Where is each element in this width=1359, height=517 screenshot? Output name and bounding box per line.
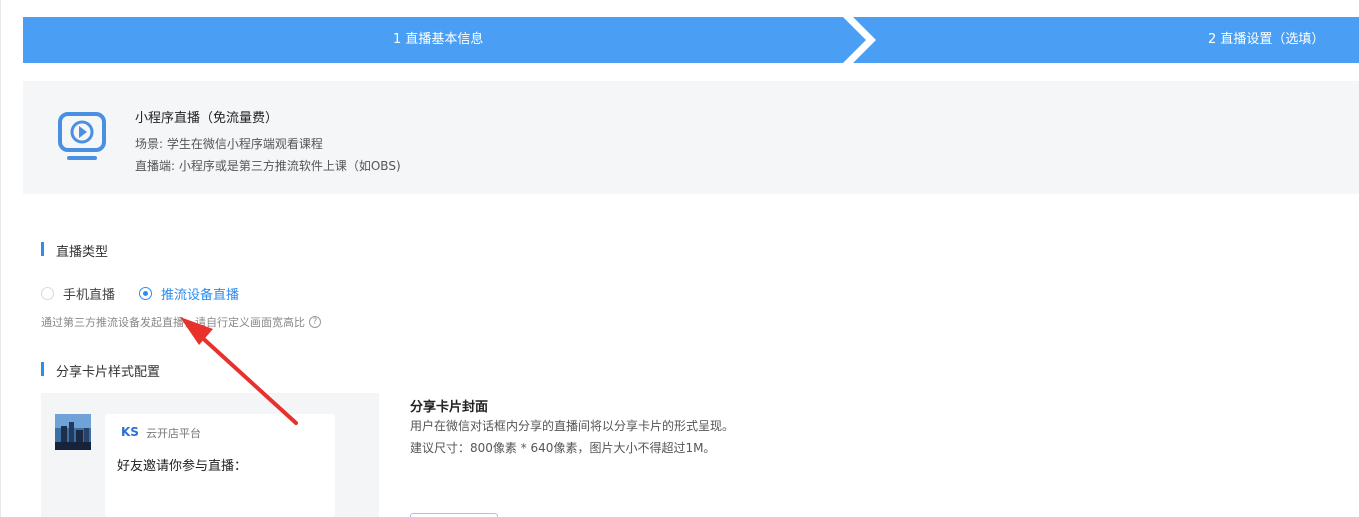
shop-name: 云开店平台	[146, 427, 201, 440]
cover-description: 用户在微信对话框内分享的直播间将以分享卡片的形式呈现。	[410, 419, 735, 433]
radio-circle[interactable]	[139, 286, 152, 300]
help-circle-icon[interactable]: ?	[309, 316, 321, 328]
upload-cover-button[interactable]	[410, 513, 498, 517]
invite-text: 好友邀请你参与直播：	[117, 459, 248, 474]
step-live-settings[interactable]: 2 直播设置（选填）	[1208, 17, 1324, 63]
avatar	[55, 414, 91, 450]
steps-background	[23, 17, 1359, 63]
radio-stream-device-live[interactable]: 推流设备直播	[139, 285, 240, 303]
left-border	[0, 0, 1, 517]
live-mode-client: 直播端: 小程序或是第三方推流软件上课（如OBS)	[135, 159, 401, 173]
step-basic-info[interactable]: 1 直播基本信息	[393, 17, 483, 63]
tv-play-icon	[55, 111, 109, 165]
steps-bar: 1 直播基本信息 2 直播设置（选填）	[23, 17, 1359, 63]
cover-title: 分享卡片封面	[410, 400, 489, 415]
radio-phone-live[interactable]: 手机直播	[41, 285, 116, 303]
share-card-heading: 分享卡片样式配置	[41, 361, 160, 380]
radio-circle[interactable]	[41, 286, 54, 300]
radio-label: 推流设备直播	[161, 287, 240, 303]
hint-text: 通过第三方推流设备发起直播，请自行定义画面宽高比	[41, 316, 305, 329]
live-type-hint: 通过第三方推流设备发起直播，请自行定义画面宽高比 ?	[41, 314, 321, 330]
brand-logo: KS	[121, 425, 139, 439]
share-card-bubble: KS 云开店平台 好友邀请你参与直播：	[105, 414, 335, 517]
live-type-heading: 直播类型	[41, 241, 108, 260]
cover-size-hint: 建议尺寸：800像素 * 640像素，图片大小不得超过1M。	[410, 441, 716, 455]
live-mode-title: 小程序直播（免流量费）	[135, 111, 279, 126]
share-card-preview: KS 云开店平台 好友邀请你参与直播：	[41, 393, 379, 517]
live-mode-info-panel: 小程序直播（免流量费） 场景: 学生在微信小程序端观看课程 直播端: 小程序或是…	[23, 81, 1359, 194]
live-mode-scene: 场景: 学生在微信小程序端观看课程	[135, 137, 323, 151]
radio-label: 手机直播	[63, 287, 116, 303]
